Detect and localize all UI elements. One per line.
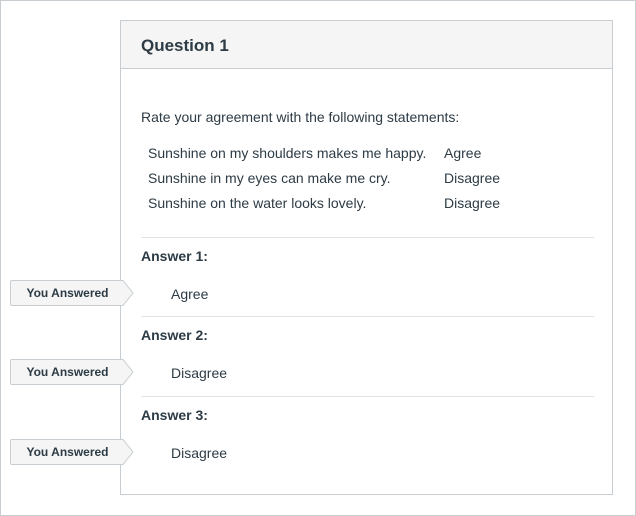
statement-text: Sunshine in my eyes can make me cry. xyxy=(148,170,391,186)
question-title: Question 1 xyxy=(141,36,229,55)
statement-answer: Disagree xyxy=(444,170,501,186)
question-prompt: Rate your agreement with the following s… xyxy=(141,109,460,125)
answer-3-value: Disagree xyxy=(171,445,228,461)
you-answered-tag: You Answered xyxy=(10,439,134,465)
answer-1-label: Answer 1: xyxy=(141,248,208,264)
you-answered-label: You Answered xyxy=(26,445,109,459)
statement-text: Sunshine on the water looks lovely. xyxy=(148,195,367,211)
section-divider xyxy=(141,396,594,397)
you-answered-tag: You Answered xyxy=(10,359,134,385)
you-answered-label: You Answered xyxy=(26,286,109,300)
section-divider xyxy=(141,237,594,238)
statement-text: Sunshine on my shoulders makes me happy. xyxy=(148,145,427,161)
you-answered-tag: You Answered xyxy=(10,280,134,306)
question-header: Question 1 xyxy=(121,21,612,69)
you-answered-label: You Answered xyxy=(26,365,109,379)
section-divider xyxy=(141,316,594,317)
answer-3-label: Answer 3: xyxy=(141,407,208,423)
question-card: Question 1 Rate your agreement with the … xyxy=(120,20,613,495)
answer-1-value: Agree xyxy=(171,286,209,302)
answer-2-value: Disagree xyxy=(171,365,228,381)
statement-answer: Disagree xyxy=(444,195,501,211)
answer-2-label: Answer 2: xyxy=(141,327,208,343)
statement-answer: Agree xyxy=(444,145,482,161)
quiz-results-frame: Question 1 Rate your agreement with the … xyxy=(0,0,636,516)
